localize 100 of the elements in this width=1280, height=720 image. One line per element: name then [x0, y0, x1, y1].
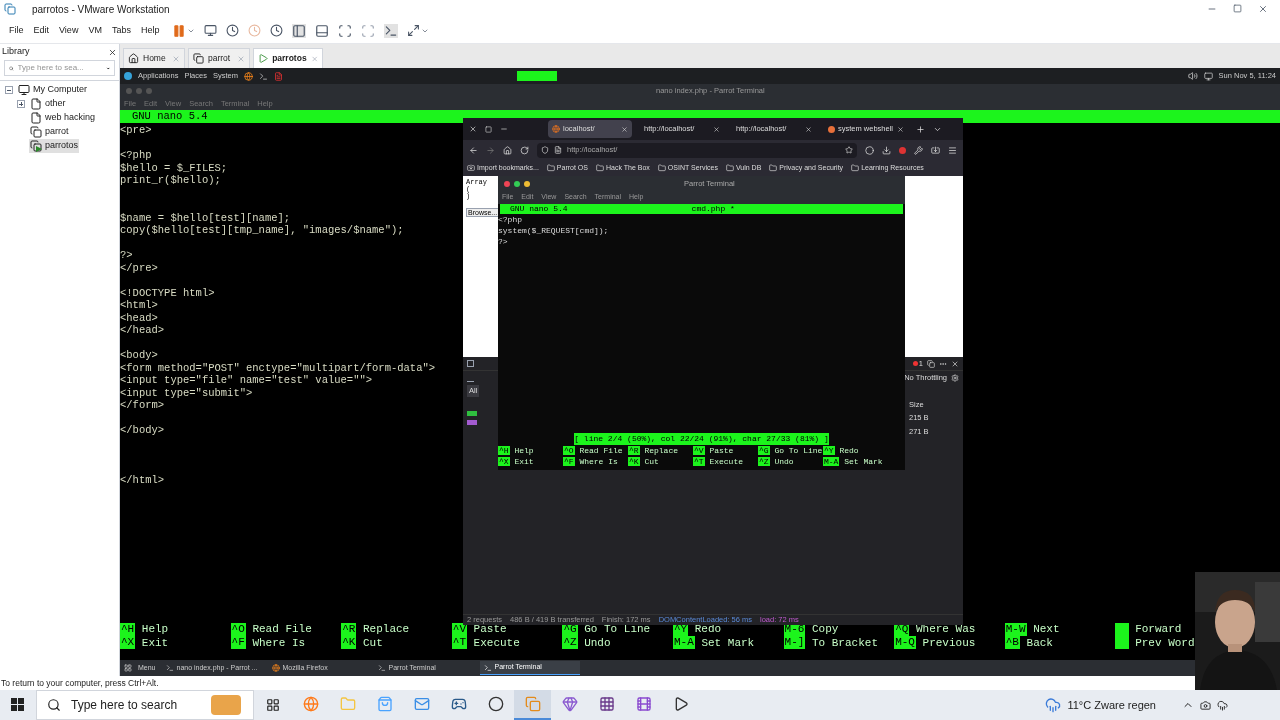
new-tab-icon[interactable]: [916, 124, 925, 134]
library-toggle-icon[interactable]: [292, 23, 307, 38]
forward-icon[interactable]: [486, 145, 495, 155]
vm-icon: [524, 696, 541, 712]
expander-icon[interactable]: [5, 86, 13, 94]
shortcut-label: Previous: [922, 636, 976, 650]
menu-item[interactable]: VM: [83, 23, 107, 38]
tree-item[interactable]: My Computer: [17, 83, 88, 97]
extensions-icon[interactable]: [931, 145, 940, 155]
globe-icon: [552, 125, 560, 133]
camera-icon[interactable]: [1200, 699, 1211, 711]
terminal-icon[interactable]: [259, 71, 268, 81]
maximize-icon[interactable]: [1233, 4, 1242, 13]
shortcut-label: Help: [141, 623, 169, 636]
volume-icon[interactable]: [1187, 71, 1198, 81]
vm-tab[interactable]: parrot: [188, 48, 250, 68]
circle-icon: [487, 696, 504, 712]
film-icon: [635, 696, 652, 712]
shortcut-label: Forward: [1135, 623, 1182, 636]
weather-icon[interactable]: [1045, 697, 1062, 713]
document-icon: [30, 98, 42, 110]
reload-icon[interactable]: [520, 145, 529, 155]
minimize-icon[interactable]: [524, 180, 530, 187]
shortcut-label: Undo: [584, 636, 611, 650]
document-icon[interactable]: [274, 71, 283, 81]
extension-icon[interactable]: [899, 146, 906, 154]
home-icon: [128, 53, 139, 64]
shortcut-key: ^Z: [758, 456, 770, 467]
search-box[interactable]: Type here to search: [36, 690, 254, 720]
snapshot-manager-icon[interactable]: [270, 24, 284, 37]
settings-icon[interactable]: [951, 374, 959, 382]
shortcut-label: Copy: [811, 623, 839, 636]
maximize-icon[interactable]: [514, 180, 520, 187]
tree-item[interactable]: web hacking: [29, 111, 97, 125]
tree-item[interactable]: other: [29, 97, 67, 111]
shortcut-key: ^G: [758, 445, 770, 456]
gamepad-icon: [450, 696, 467, 712]
home-icon[interactable]: [503, 145, 512, 155]
code-line: <input type="file" name="test" value="">: [120, 374, 373, 387]
weather-text[interactable]: 11°C Zware regen: [1067, 696, 1156, 714]
search-box[interactable]: Type here to sea...: [4, 60, 115, 76]
document-icon: [30, 112, 42, 124]
pause-icon[interactable]: [172, 23, 187, 38]
console-icon[interactable]: [384, 23, 399, 38]
download-icon[interactable]: [882, 145, 891, 155]
snapshot-icon[interactable]: [226, 24, 240, 37]
menu-icon[interactable]: [948, 145, 957, 155]
parrot-logo-icon[interactable]: [124, 72, 132, 80]
menu-item[interactable]: Edit: [28, 23, 55, 38]
close-icon[interactable]: [805, 125, 812, 133]
tree-item[interactable]: parrot: [29, 125, 70, 139]
close-icon[interactable]: [621, 125, 628, 133]
wrench-icon[interactable]: [914, 145, 923, 155]
menu-item[interactable]: Tabs: [106, 23, 136, 38]
vm-tab[interactable]: parrotos: [253, 48, 323, 68]
menu-item[interactable]: Help: [135, 23, 165, 38]
code-line: <input type="submit">: [120, 386, 253, 399]
tree-item[interactable]: parrotos: [29, 139, 80, 153]
close-icon[interactable]: [897, 125, 904, 133]
vm-tab[interactable]: Home: [123, 48, 185, 68]
task-view-icon[interactable]: [266, 698, 280, 712]
grid-icon[interactable]: [124, 664, 132, 672]
fullscreen-icon[interactable]: [338, 23, 353, 38]
close-icon[interactable]: [504, 180, 510, 187]
back-icon[interactable]: [469, 145, 478, 155]
shortcut-label: Execute: [709, 456, 743, 467]
star-icon[interactable]: [845, 146, 853, 154]
search-input[interactable]: Type here to sea...: [17, 62, 102, 74]
expander-icon[interactable]: [17, 100, 25, 108]
shortcut-label: Exit: [514, 456, 534, 467]
extension-icon[interactable]: [865, 145, 874, 155]
menu-item[interactable]: View: [54, 23, 84, 38]
shortcut-key: ^B: [1004, 636, 1020, 650]
close-icon[interactable]: [108, 47, 117, 57]
cloud-icon[interactable]: [1217, 699, 1228, 711]
import-icon: [467, 164, 475, 172]
page-icon[interactable]: [554, 146, 562, 154]
close-icon[interactable]: [713, 125, 720, 133]
close-icon[interactable]: [951, 359, 959, 368]
dock-icon[interactable]: [927, 359, 935, 368]
close-icon[interactable]: [469, 125, 477, 133]
thumbnail-icon[interactable]: [315, 23, 330, 38]
display-icon[interactable]: [1203, 71, 1213, 81]
shortcut-label: Replace: [644, 445, 678, 456]
close-icon[interactable]: [1258, 4, 1268, 14]
search-input[interactable]: Type here to search: [71, 696, 201, 714]
code-line: system($_REQUEST[cmd]);: [498, 225, 609, 236]
menu-item[interactable]: File: [4, 23, 29, 38]
shortcut-label: Read File: [252, 623, 312, 636]
shortcut-label: Cut: [363, 636, 383, 650]
grid-icon: [598, 696, 615, 712]
globe-icon[interactable]: [244, 71, 253, 81]
shortcut-key: ^Z: [562, 636, 578, 650]
shield-icon[interactable]: [541, 146, 549, 154]
stretch-icon[interactable]: [407, 24, 421, 37]
shortcut-label: Back: [1026, 636, 1053, 650]
code-line: <!DOCTYPE html>: [120, 286, 215, 299]
nano-version: GNU nano 5.4: [132, 108, 208, 124]
send-keys-icon[interactable]: [204, 24, 218, 37]
picker-icon[interactable]: [467, 360, 474, 367]
